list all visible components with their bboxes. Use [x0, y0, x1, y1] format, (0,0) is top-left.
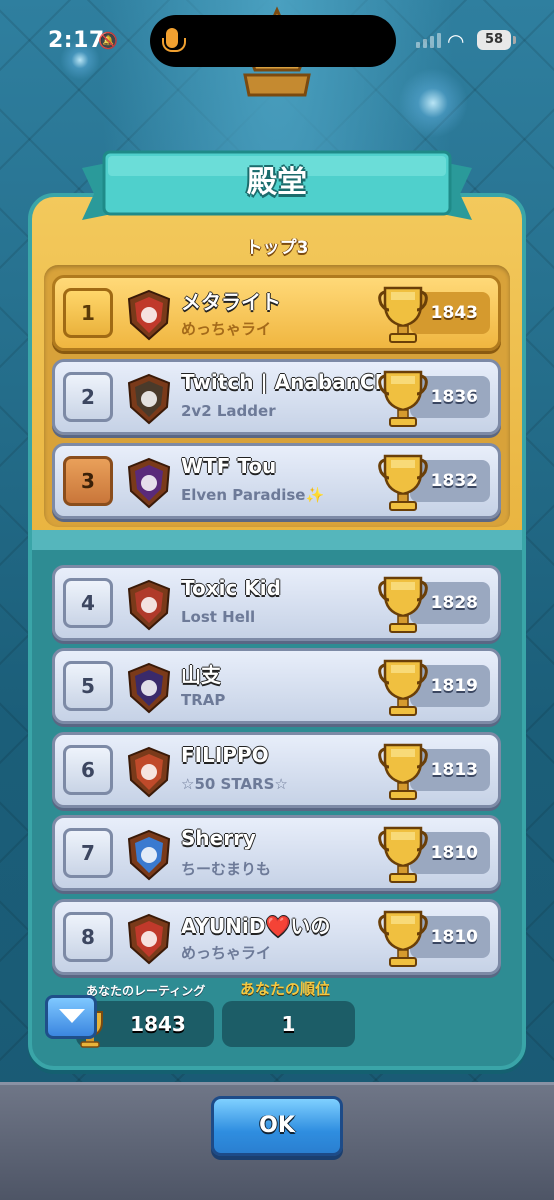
- clan-name: TRAP: [181, 691, 226, 709]
- clan-badge-cross-icon: [127, 829, 171, 881]
- player-name: WTF Tou: [181, 454, 277, 478]
- trophy-icon: [378, 910, 428, 967]
- trophy-icon: [378, 576, 428, 633]
- title-ribbon-text: 殿堂: [82, 148, 472, 226]
- rank-value-box: 1: [222, 1001, 355, 1047]
- clan-name: めっちゃライ: [181, 320, 272, 338]
- rating-label: あなたのレーティング: [86, 984, 206, 998]
- trophy-icon: [378, 659, 428, 716]
- bell-muted-icon: 🔕: [98, 31, 118, 50]
- leaderboard-row[interactable]: 3 WTF Tou Elven Paradise✨ 1832: [52, 443, 501, 519]
- player-name: 山支: [181, 663, 221, 687]
- leaderboard-row[interactable]: 6 FILIPPO ☆50 STARS☆ 1813: [52, 732, 501, 808]
- rank-badge: 1: [63, 288, 113, 338]
- trophy-icon: [378, 743, 428, 800]
- page-title: 殿堂: [247, 165, 307, 200]
- clan-name: ☆50 STARS☆: [181, 775, 288, 793]
- microphone-icon: [162, 28, 186, 52]
- status-time: 2:17: [48, 28, 105, 53]
- player-name: AYUNiD❤️いの: [181, 914, 331, 938]
- clan-badge-coin-icon: [127, 373, 171, 425]
- player-name: メタライト: [181, 290, 281, 314]
- battery-indicator: 58: [477, 30, 516, 50]
- signal-icon: [416, 33, 441, 48]
- trophy-icon: [378, 286, 428, 343]
- wifi-icon: ◠: [447, 29, 465, 53]
- rank-badge: 7: [63, 828, 113, 878]
- rank-badge: 8: [63, 912, 113, 962]
- player-name: Twitch | AnabanCR: [181, 370, 381, 394]
- clan-name: 2v2 Ladder: [181, 402, 276, 420]
- clan-badge-mountain-icon: [127, 579, 171, 631]
- leaderboard-row[interactable]: 4 Toxic Kid Lost Hell 1828: [52, 565, 501, 641]
- leaderboard-row[interactable]: 2 Twitch | AnabanCR 2v2 Ladder 1836: [52, 359, 501, 435]
- leaderboard-row[interactable]: 5 山支 TRAP 1819: [52, 648, 501, 724]
- status-bar: 2:17 🔕 ◠ 58: [0, 0, 554, 80]
- clan-name: ちーむまりも: [181, 860, 272, 878]
- clan-name: めっちゃライ: [181, 944, 272, 962]
- rank-label: あなたの順位: [240, 980, 331, 998]
- leaderboard-row[interactable]: 7 Sherry ちーむまりも 1810: [52, 815, 501, 891]
- trophy-icon: [378, 826, 428, 883]
- clan-badge-flower-icon: [127, 289, 171, 341]
- rank-badge: 4: [63, 578, 113, 628]
- clan-badge-star-burst-icon: [127, 457, 171, 509]
- trophy-icon: [378, 370, 428, 427]
- leaderboard-row[interactable]: 8 AYUNiD❤️いの めっちゃライ 1810: [52, 899, 501, 975]
- clan-badge-skull-icon: [127, 662, 171, 714]
- section-subtitle: トップ3: [245, 238, 309, 258]
- section-divider: [32, 530, 522, 550]
- player-name: FILIPPO: [181, 743, 269, 767]
- ok-button[interactable]: OK: [211, 1096, 343, 1156]
- dynamic-island: [150, 15, 396, 67]
- scroll-to-me-button[interactable]: [45, 995, 97, 1039]
- clan-badge-sunset-icon: [127, 746, 171, 798]
- clan-badge-flower-icon: [127, 913, 171, 965]
- player-name: Toxic Kid: [181, 576, 281, 600]
- clan-name: Elven Paradise✨: [181, 486, 325, 504]
- leaderboard-row[interactable]: 1 メタライト めっちゃライ 1843: [52, 275, 501, 351]
- rank-badge: 3: [63, 456, 113, 506]
- trophy-icon: [378, 454, 428, 511]
- rank-badge: 5: [63, 661, 113, 711]
- player-name: Sherry: [181, 826, 256, 850]
- rank-badge: 2: [63, 372, 113, 422]
- clan-name: Lost Hell: [181, 608, 256, 626]
- rank-badge: 6: [63, 745, 113, 795]
